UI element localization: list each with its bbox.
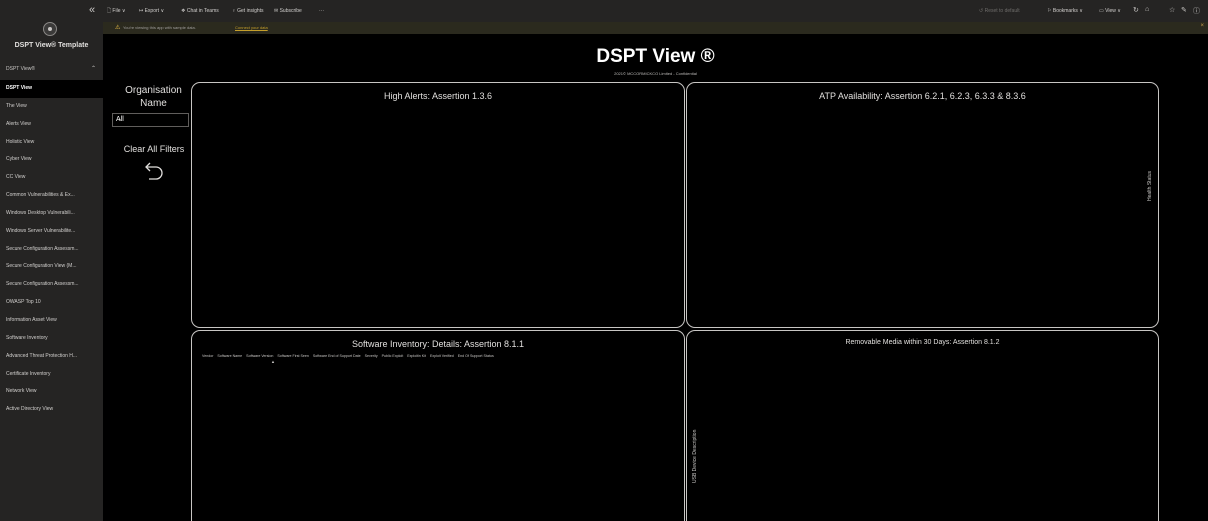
- column-header[interactable]: Severity: [365, 354, 378, 358]
- high-alerts-visual[interactable]: High Alerts: Assertion 1.3.6: [191, 82, 685, 328]
- organisation-slicer-label: Organisation Name: [125, 85, 182, 109]
- nav-item[interactable]: Advanced Threat Protection H...: [0, 348, 103, 366]
- chat-in-teams-label: Chat in Teams: [186, 8, 219, 14]
- removable-media-visual[interactable]: Removable Media within 30 Days: Assertio…: [686, 330, 1159, 521]
- app-logo-icon: [43, 22, 57, 36]
- column-header[interactable]: Software Version: [246, 354, 273, 358]
- file-icon: 🗋: [107, 8, 112, 14]
- nav-section-header[interactable]: DSPT View® ⌃: [6, 66, 98, 72]
- health-status-axis-label: Health Status: [1147, 170, 1153, 201]
- connect-data-link[interactable]: Connect your data: [235, 25, 268, 30]
- get-insights-button[interactable]: ♀ Get insights: [232, 8, 264, 14]
- column-header[interactable]: Software End of Support Date: [313, 354, 361, 358]
- export-icon: ↦: [139, 8, 144, 14]
- view-label: View: [1105, 8, 1116, 14]
- nav-item[interactable]: Certificate Inventory: [0, 366, 103, 384]
- favorite-star-icon[interactable]: ☆: [1169, 6, 1175, 14]
- chevron-up-icon: ⌃: [90, 66, 96, 72]
- subscribe-label: Subscribe: [279, 8, 302, 14]
- nav-item[interactable]: The View: [0, 98, 103, 116]
- view-menu[interactable]: ▭ View ∨: [1099, 8, 1121, 14]
- nav-item[interactable]: OWASP Top 10: [0, 294, 103, 312]
- high-alerts-title: High Alerts: Assertion 1.3.6: [383, 91, 493, 101]
- lightbulb-icon: ♀: [232, 8, 236, 14]
- nav-item[interactable]: Secure Configuration View (M...: [0, 258, 103, 276]
- software-inventory-title: Software Inventory: Details: Assertion 8…: [351, 339, 525, 349]
- nav-item[interactable]: Secure Configuration Assessm...: [0, 241, 103, 259]
- chat-in-teams-button[interactable]: ❖ Chat in Teams: [181, 8, 219, 14]
- chevron-down-icon: ∨: [121, 8, 126, 14]
- nav-item[interactable]: Cyber View: [0, 151, 103, 169]
- file-menu[interactable]: 🗋 File ∨: [107, 8, 126, 16]
- undo-arrow-icon[interactable]: [139, 158, 167, 186]
- software-table-header: Vendor Software Name Software Version Softw…: [202, 354, 494, 358]
- warning-icon: ⚠: [115, 25, 121, 31]
- report-canvas: DSPT View ® 2021© MCCORMICKCO Limited - …: [103, 34, 1208, 521]
- column-header[interactable]: Vendor: [202, 354, 213, 358]
- column-header[interactable]: Public Exploit: [382, 354, 404, 358]
- get-insights-label: Get insights: [237, 8, 264, 14]
- report-title: DSPT View ®: [596, 46, 715, 67]
- chevron-down-icon: ∨: [1079, 8, 1083, 14]
- file-menu-label: File: [112, 8, 121, 14]
- close-icon[interactable]: ×: [1200, 23, 1204, 29]
- removable-media-title: Removable Media within 30 Days: Assertio…: [845, 339, 1000, 346]
- bookmarks-label: Bookmarks: [1052, 8, 1078, 14]
- nav-item[interactable]: Secure Configuration Assessm...: [0, 276, 103, 294]
- reset-icon: ↺: [979, 8, 984, 14]
- nav-item[interactable]: Network View: [0, 383, 103, 401]
- nav-item[interactable]: Windows Desktop Vulnerabili...: [0, 205, 103, 223]
- teams-icon: ❖: [181, 8, 186, 14]
- report-subtitle: 2021© MCCORMICKCO Limited - Confidential: [614, 71, 697, 76]
- reset-label: Reset to default: [984, 8, 1020, 14]
- column-header[interactable]: Exploit Verified: [430, 354, 454, 358]
- usb-device-axis-label: USB Device Description: [692, 429, 698, 483]
- chevron-down-icon: ∨: [1117, 8, 1121, 14]
- navigation-pane: « DSPT View® Template DSPT View® ⌃ DSPT …: [0, 0, 103, 521]
- column-header[interactable]: Exploitin Kit: [407, 354, 426, 358]
- mail-icon: ✉: [274, 8, 279, 14]
- nav-item[interactable]: CC View: [0, 169, 103, 187]
- banner-message: You're viewing this app with sample data…: [123, 25, 196, 30]
- software-inventory-visual[interactable]: Software Inventory: Details: Assertion 8…: [191, 330, 685, 521]
- edit-pencil-icon[interactable]: ✎: [1181, 6, 1187, 14]
- reset-to-default-button[interactable]: ↺ Reset to default: [979, 8, 1020, 14]
- column-header[interactable]: Software Name: [217, 354, 242, 358]
- nav-list: DSPT View The View Alerts View Holistic Vie…: [0, 80, 103, 419]
- nav-item[interactable]: Alerts View: [0, 116, 103, 134]
- view-icon: ▭: [1099, 8, 1104, 14]
- app-toolbar: 🗋 File ∨ ↦ Export ∨ ❖ Chat in Teams ♀ Ge…: [103, 0, 1208, 22]
- organisation-dropdown[interactable]: All ⌄: [112, 113, 189, 127]
- info-icon[interactable]: ⓘ: [1193, 6, 1200, 16]
- refresh-icon[interactable]: ↻: [1133, 6, 1139, 14]
- bookmarks-menu[interactable]: ⚐ Bookmarks ∨: [1047, 8, 1083, 14]
- nav-item[interactable]: DSPT View: [0, 80, 103, 98]
- column-header[interactable]: Software First Seen: [277, 354, 309, 358]
- atp-availability-visual[interactable]: ATP Availability: Assertion 6.2.1, 6.2.3…: [686, 82, 1159, 328]
- sample-data-banner: ⚠ You're viewing this app with sample da…: [103, 22, 1208, 34]
- sort-ascending-icon: ▲: [271, 359, 275, 364]
- clear-filters-label: Clear All Filters: [123, 144, 185, 154]
- app-title: DSPT View® Template: [14, 42, 89, 49]
- nav-section-label: DSPT View®: [6, 66, 36, 72]
- chevron-down-icon: ⌄: [116, 113, 124, 123]
- nav-item[interactable]: Common Vulnerabilities & Ex...: [0, 187, 103, 205]
- comment-icon[interactable]: ⌂: [1145, 6, 1149, 13]
- collapse-pane-icon[interactable]: «: [89, 4, 95, 16]
- subscribe-button[interactable]: ✉ Subscribe: [274, 8, 302, 14]
- more-options-button[interactable]: ···: [319, 8, 324, 14]
- bookmark-icon: ⚐: [1047, 8, 1052, 14]
- nav-item[interactable]: Information Asset View: [0, 312, 103, 330]
- atp-availability-title: ATP Availability: Assertion 6.2.1, 6.2.3…: [819, 91, 1026, 101]
- export-menu[interactable]: ↦ Export ∨: [139, 8, 164, 14]
- export-menu-label: Export: [144, 8, 160, 14]
- chevron-down-icon: ∨: [160, 8, 165, 14]
- nav-item[interactable]: Holistic View: [0, 134, 103, 152]
- nav-item[interactable]: Windows Server Vulnerabilite...: [0, 223, 103, 241]
- column-header[interactable]: End Of Support Status: [458, 354, 494, 358]
- nav-item[interactable]: Active Directory View: [0, 401, 103, 419]
- nav-item[interactable]: Software Inventory: [0, 330, 103, 348]
